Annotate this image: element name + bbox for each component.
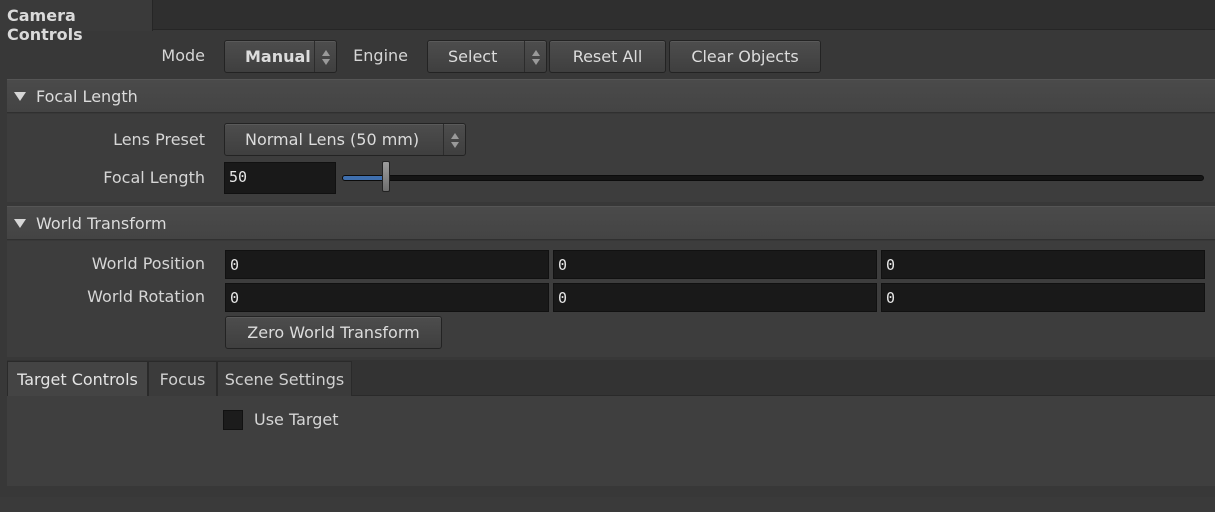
engine-label: Engine (353, 46, 408, 65)
engine-dropdown-value: Select (448, 47, 498, 66)
world-rotation-z-input[interactable]: 0 (881, 283, 1205, 312)
world-transform-section-title: World Transform (36, 214, 167, 233)
world-position-y-input[interactable]: 0 (553, 250, 877, 279)
reset-all-button[interactable]: Reset All (549, 40, 666, 73)
zero-world-transform-button[interactable]: Zero World Transform (225, 316, 442, 349)
focal-length-section-header[interactable]: Focal Length (7, 79, 1215, 113)
mode-dropdown[interactable]: Manual (224, 40, 337, 73)
panel-title: Camera Controls (7, 6, 83, 44)
world-position-x-input[interactable]: 0 (225, 250, 549, 279)
dropdown-arrows-icon (524, 41, 546, 72)
bottom-strip (0, 497, 1215, 512)
clear-objects-button[interactable]: Clear Objects (669, 40, 821, 73)
tab-focus[interactable]: Focus (148, 361, 217, 396)
lens-preset-dropdown[interactable]: Normal Lens (50 mm) (224, 123, 466, 156)
dropdown-arrows-icon (443, 124, 465, 155)
world-position-z-input[interactable]: 0 (881, 250, 1205, 279)
tab-scene-settings[interactable]: Scene Settings (217, 361, 352, 396)
engine-dropdown[interactable]: Select (427, 40, 547, 73)
focal-length-label: Focal Length (103, 168, 205, 187)
use-target-label: Use Target (254, 410, 339, 429)
focal-length-section-body (7, 114, 1215, 202)
tab-target-controls[interactable]: Target Controls (7, 361, 148, 396)
focal-length-slider-fill (343, 176, 385, 180)
world-rotation-y-input[interactable]: 0 (553, 283, 877, 312)
world-rotation-x-input[interactable]: 0 (225, 283, 549, 312)
target-controls-panel (7, 396, 1215, 486)
focal-length-section-title: Focal Length (36, 87, 138, 106)
focal-length-slider-handle[interactable] (382, 161, 391, 192)
collapse-triangle-icon (14, 92, 26, 101)
world-position-label: World Position (91, 254, 205, 273)
collapse-triangle-icon (14, 219, 26, 228)
focal-length-slider-track[interactable] (342, 175, 1204, 181)
focal-length-input[interactable]: 50 (224, 162, 336, 194)
world-transform-section-header[interactable]: World Transform (7, 206, 1215, 240)
world-rotation-label: World Rotation (87, 287, 205, 306)
dropdown-arrows-icon (314, 41, 336, 72)
panel-title-bar (0, 0, 1215, 30)
use-target-checkbox[interactable] (223, 410, 243, 430)
panel-title-tab[interactable]: Camera Controls (0, 0, 153, 44)
mode-label: Mode (161, 46, 205, 65)
mode-dropdown-value: Manual (245, 47, 311, 66)
lens-preset-value: Normal Lens (50 mm) (245, 130, 420, 149)
lens-preset-label: Lens Preset (113, 130, 205, 149)
